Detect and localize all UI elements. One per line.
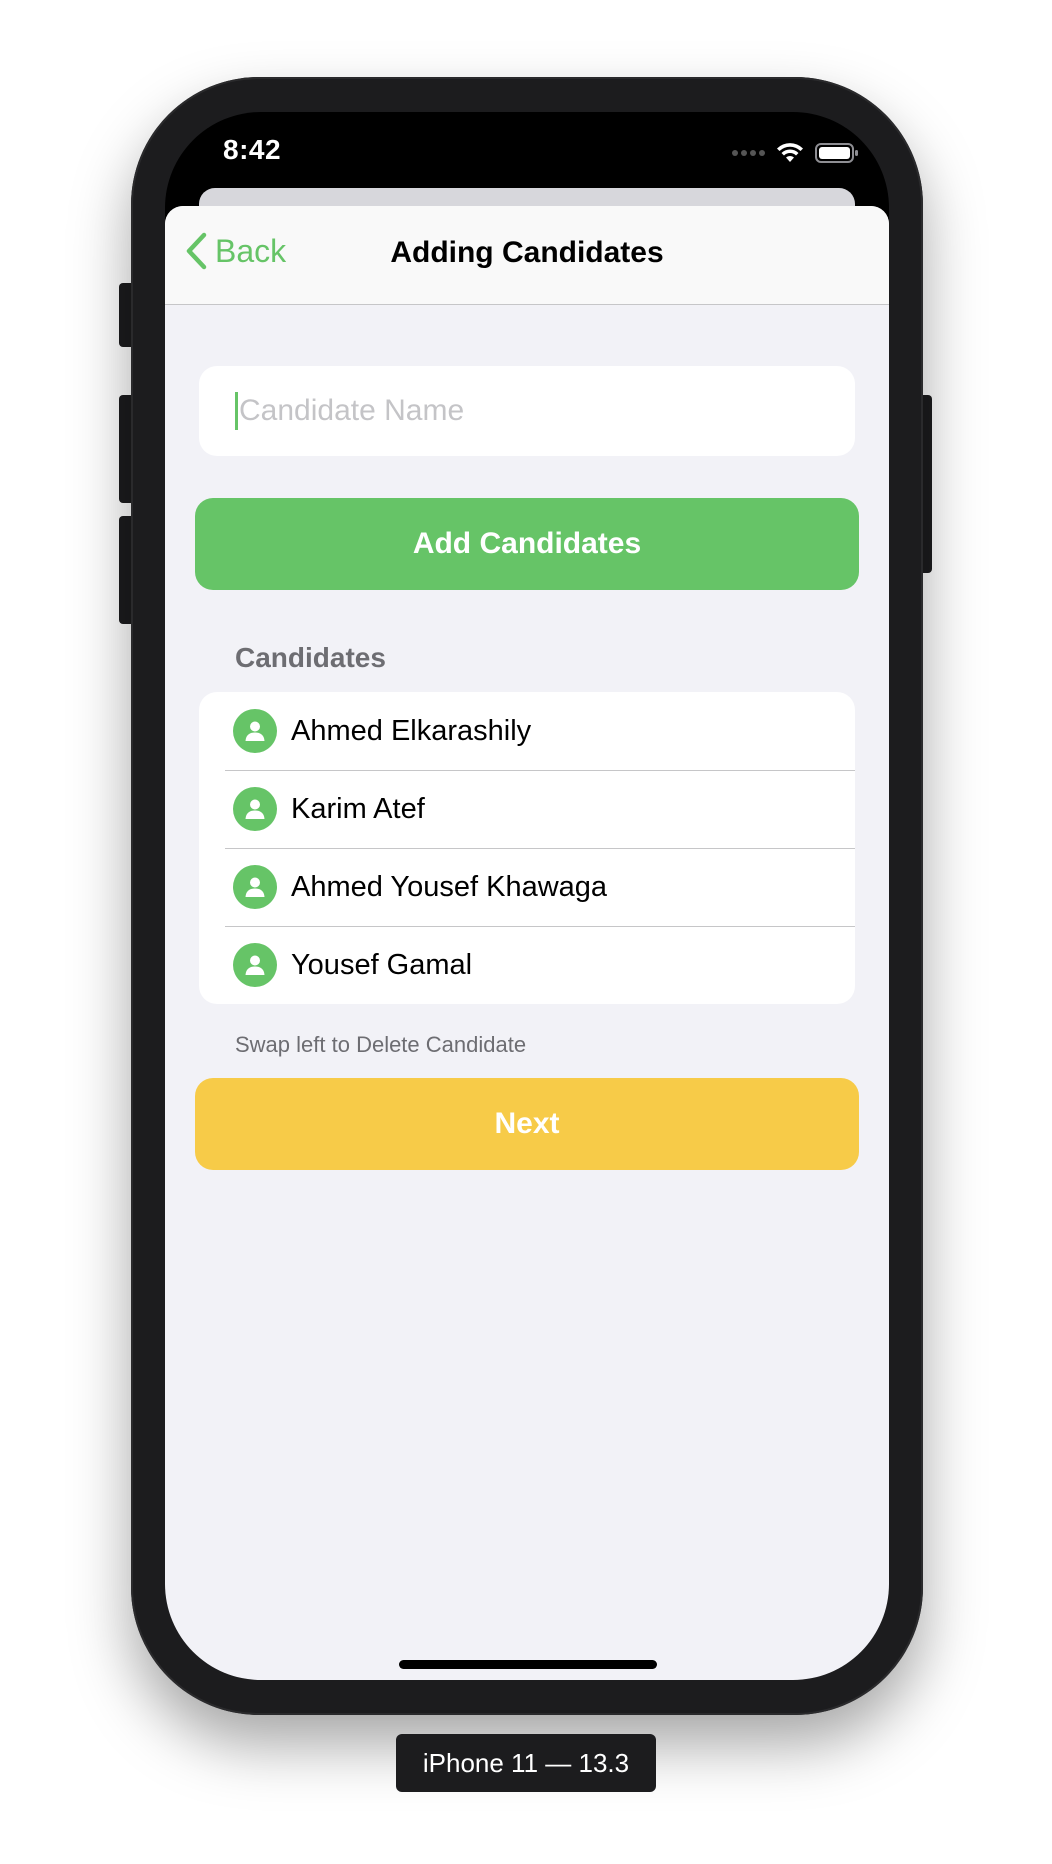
person-icon [233,709,277,753]
notch [325,112,729,172]
next-button[interactable]: Next [195,1078,859,1170]
add-candidates-button-label: Add Candidates [412,527,642,560]
candidate-name: Ahmed Elkarashily [291,714,532,747]
text-cursor [235,392,238,430]
next-button-label: Next [494,1107,560,1140]
section-footer-hint: Swap left to Delete Candidate [235,1032,527,1057]
list-item[interactable]: Ahmed Elkarashily [199,692,855,770]
candidate-name: Yousef Gamal [291,948,473,981]
phone-screen: 8:42 Back Adding Candidates Candidate Na… [165,112,889,1680]
person-icon [233,865,277,909]
candidate-name-field[interactable] [199,366,855,456]
page-title: Adding Candidates [390,236,664,269]
modal-sheet: Back Adding Candidates Add Candidates Ca… [165,206,889,1680]
status-icons [732,142,859,164]
cellular-signal-icon [732,150,765,156]
status-time: 8:42 [223,134,282,165]
candidates-list: Ahmed Elkarashily Karim Atef Ahmed Youse… [199,692,855,1004]
battery-icon [815,143,858,163]
list-item[interactable]: Ahmed Yousef Khawaga [199,848,855,926]
person-icon [233,787,277,831]
candidate-name: Ahmed Yousef Khawaga [291,870,608,903]
navigation-bar: Back Adding Candidates [165,206,889,305]
list-item[interactable]: Karim Atef [199,770,855,848]
candidate-name: Karim Atef [291,792,425,825]
add-candidates-button[interactable]: Add Candidates [195,498,859,590]
device-label: iPhone 11 — 13.3 [396,1734,656,1792]
candidates-section-header: Candidates [235,642,386,673]
person-icon [233,943,277,987]
candidate-name-input[interactable] [239,394,799,428]
wifi-icon [777,143,803,162]
simulator-stage: 8:42 Back Adding Candidates Candidate Na… [0,0,1052,1864]
list-item[interactable]: Yousef Gamal [199,926,855,1004]
home-indicator[interactable] [399,1660,657,1669]
